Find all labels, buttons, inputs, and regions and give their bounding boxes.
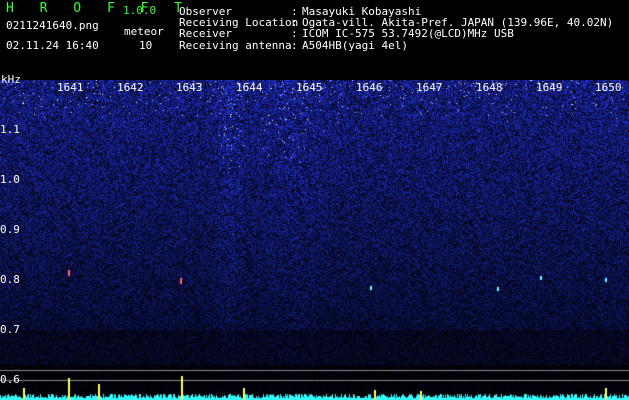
meteor-label: meteor: [124, 25, 164, 38]
freq-tick: 0.6: [0, 373, 20, 386]
freq-tick: 0.7: [0, 323, 20, 336]
freq-tick: 0.8: [0, 273, 20, 286]
antenna-value: A504HB(yagi 4el): [302, 39, 408, 52]
colon: :: [291, 39, 298, 52]
time-tick: 1641: [57, 81, 84, 94]
time-tick: 1644: [236, 81, 263, 94]
khz-unit-label: kHz: [1, 73, 21, 86]
time-tick: 1647: [416, 81, 443, 94]
app-version: 1.0.0: [123, 4, 157, 17]
time-tick: 1646: [356, 81, 383, 94]
freq-tick: 1.0: [0, 173, 20, 186]
time-tick: 1645: [296, 81, 323, 94]
file-name: 0211241640.png: [6, 19, 99, 32]
time-tick: 1642: [117, 81, 144, 94]
time-tick: 1648: [476, 81, 503, 94]
time-tick: 1643: [176, 81, 203, 94]
header-panel: H R O F F T 1.0.0 0211241640.png meteor …: [0, 0, 629, 80]
antenna-label: Receiving antenna: [179, 39, 292, 52]
meteor-count: 10: [139, 39, 153, 52]
time-tick: 1650: [595, 81, 622, 94]
spectrogram-canvas: [0, 80, 629, 400]
freq-tick: 1.1: [0, 123, 20, 136]
time-tick: 1649: [536, 81, 563, 94]
freq-tick: 0.9: [0, 223, 20, 236]
app-title: H R O F F T: [6, 1, 192, 16]
datetime: 02.11.24 16:40: [6, 39, 99, 52]
